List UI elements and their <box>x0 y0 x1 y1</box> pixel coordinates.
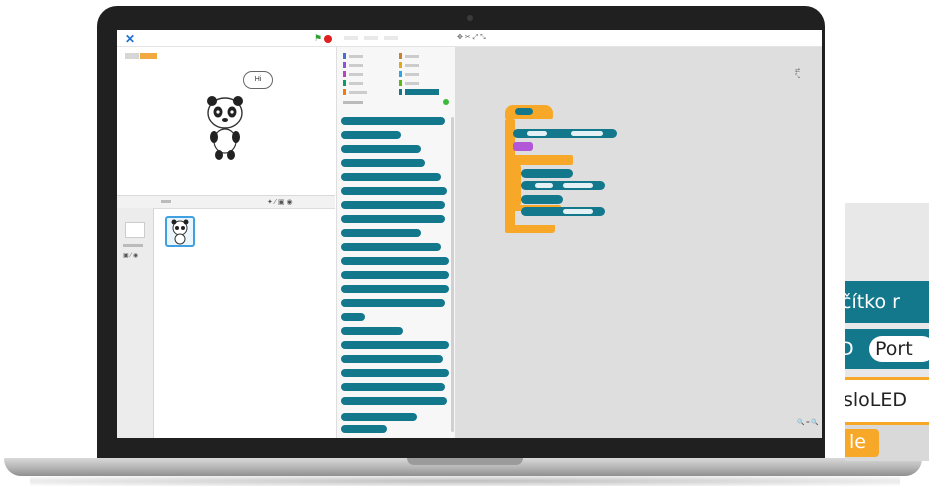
palette-block[interactable] <box>341 187 447 195</box>
palette-block[interactable] <box>341 383 445 391</box>
category-pen[interactable] <box>343 80 367 86</box>
palette-block[interactable] <box>341 145 421 153</box>
category-list-right <box>399 53 439 95</box>
palette-block[interactable] <box>341 425 387 433</box>
inset-orange-block: le <box>845 429 879 457</box>
speech-bubble: Hi <box>243 71 273 89</box>
palette-scrollbar[interactable] <box>451 117 454 432</box>
inset-block-1: čítko r <box>845 281 929 323</box>
extension-header <box>343 101 363 104</box>
inset-block-2: D Port <box>845 329 929 369</box>
inset-line-4: le <box>849 431 866 453</box>
palette-block[interactable] <box>341 173 441 181</box>
if-block[interactable] <box>513 155 573 165</box>
block-input[interactable] <box>535 183 553 188</box>
palette-block[interactable] <box>341 215 445 223</box>
palette-block[interactable] <box>341 327 403 335</box>
sprite-panel: ✦ ⁄ ▣ ◉ ▣ ⁄ ◉ <box>117 195 335 438</box>
stage-label <box>125 53 139 59</box>
camera-icon <box>467 15 473 21</box>
speech-text: Hi <box>254 76 262 83</box>
palette-block[interactable] <box>341 413 417 421</box>
stage-thumbnail[interactable] <box>125 222 145 238</box>
category-events[interactable] <box>399 53 439 59</box>
block-input[interactable] <box>563 183 593 188</box>
stage-badge <box>140 53 157 59</box>
palette-block[interactable] <box>341 117 445 125</box>
menu-item-edit[interactable] <box>364 36 378 40</box>
app-menubar: ✕ ⚑ ✥ ✂ ⤢ ⤡ <box>117 30 822 47</box>
zoomed-inset: čítko r D Port sloLED le <box>845 203 929 461</box>
category-sound[interactable] <box>343 71 367 77</box>
stage-panel: Hi <box>117 47 335 207</box>
palette-block[interactable] <box>341 131 401 139</box>
palette-block[interactable] <box>341 229 421 237</box>
stage-thumbnail-column: ▣ ⁄ ◉ <box>117 208 154 438</box>
category-operators[interactable] <box>399 80 439 86</box>
palette-block[interactable] <box>341 201 445 209</box>
block-input[interactable] <box>527 131 547 136</box>
toolbar-icons[interactable]: ✥ ✂ ⤢ ⤡ <box>457 33 486 42</box>
category-control[interactable] <box>399 62 439 68</box>
inset-line-1: čítko r <box>845 291 900 313</box>
menu-item-file[interactable] <box>344 36 358 40</box>
category-list-left <box>343 53 367 95</box>
category-more-blocks[interactable] <box>399 89 439 95</box>
script-block[interactable] <box>521 195 563 204</box>
inset-port-pill: Port <box>869 336 929 362</box>
new-sprite-icons[interactable]: ✦ ⁄ ▣ ◉ <box>267 198 293 206</box>
backdrop-label <box>123 244 143 247</box>
forever-block-end[interactable] <box>505 225 555 233</box>
category-data[interactable] <box>343 89 367 95</box>
inset-block-3: sloLED <box>845 377 929 425</box>
extension-status-icon <box>443 99 449 105</box>
new-backdrop-icons[interactable]: ▣ ⁄ ◉ <box>123 252 138 259</box>
category-looks[interactable] <box>343 62 367 68</box>
inset-block-4: le <box>845 425 929 461</box>
app-logo-icon: ✕ <box>125 32 136 46</box>
palette-block[interactable] <box>341 159 425 167</box>
palette-block[interactable] <box>341 369 449 377</box>
inset-line-3: sloLED <box>845 389 908 411</box>
palette-block[interactable] <box>341 355 443 363</box>
laptop-notch <box>407 458 523 465</box>
menu-item-help[interactable] <box>384 36 398 40</box>
category-motion[interactable] <box>343 53 367 59</box>
if-block-arm[interactable] <box>513 165 521 205</box>
laptop-shadow <box>30 476 900 486</box>
hat-block-input[interactable] <box>515 108 533 115</box>
scripts-area[interactable]: ⇄ ⤡ 🔍 = 🔍 <box>455 47 822 438</box>
scripts-corner-icons[interactable]: ⇄ ⤡ <box>795 67 800 81</box>
blocks-palette <box>336 47 456 438</box>
panda-thumbnail-icon <box>171 219 189 245</box>
palette-block[interactable] <box>341 313 365 321</box>
palette-block[interactable] <box>341 299 445 307</box>
panda-sprite[interactable] <box>205 93 245 165</box>
stop-button[interactable] <box>324 35 332 43</box>
palette-block[interactable] <box>341 397 447 405</box>
laptop-screen: ✕ ⚑ ✥ ✂ ⤢ ⤡ Hi ✦ ⁄ ▣ ◉ ▣ ⁄ ◉ ⇄ ⤡ 🔍 = 🔍 <box>117 30 822 438</box>
green-flag-button[interactable]: ⚑ <box>314 34 322 43</box>
panda-sprite-thumbnail[interactable] <box>165 216 195 247</box>
palette-block[interactable] <box>341 271 449 279</box>
inset-line-2-prefix: D <box>845 338 854 360</box>
block-input[interactable] <box>571 131 603 136</box>
zoom-controls[interactable]: 🔍 = 🔍 <box>797 419 819 426</box>
inset-line-2-pill: Port <box>875 338 913 360</box>
palette-block[interactable] <box>341 257 449 265</box>
palette-block[interactable] <box>341 243 441 251</box>
looks-block[interactable] <box>513 142 533 151</box>
script-block[interactable] <box>521 169 573 178</box>
palette-block[interactable] <box>341 341 449 349</box>
sprites-label <box>161 200 171 203</box>
block-input[interactable] <box>563 209 593 214</box>
category-sensing[interactable] <box>399 71 439 77</box>
palette-block[interactable] <box>341 285 449 293</box>
